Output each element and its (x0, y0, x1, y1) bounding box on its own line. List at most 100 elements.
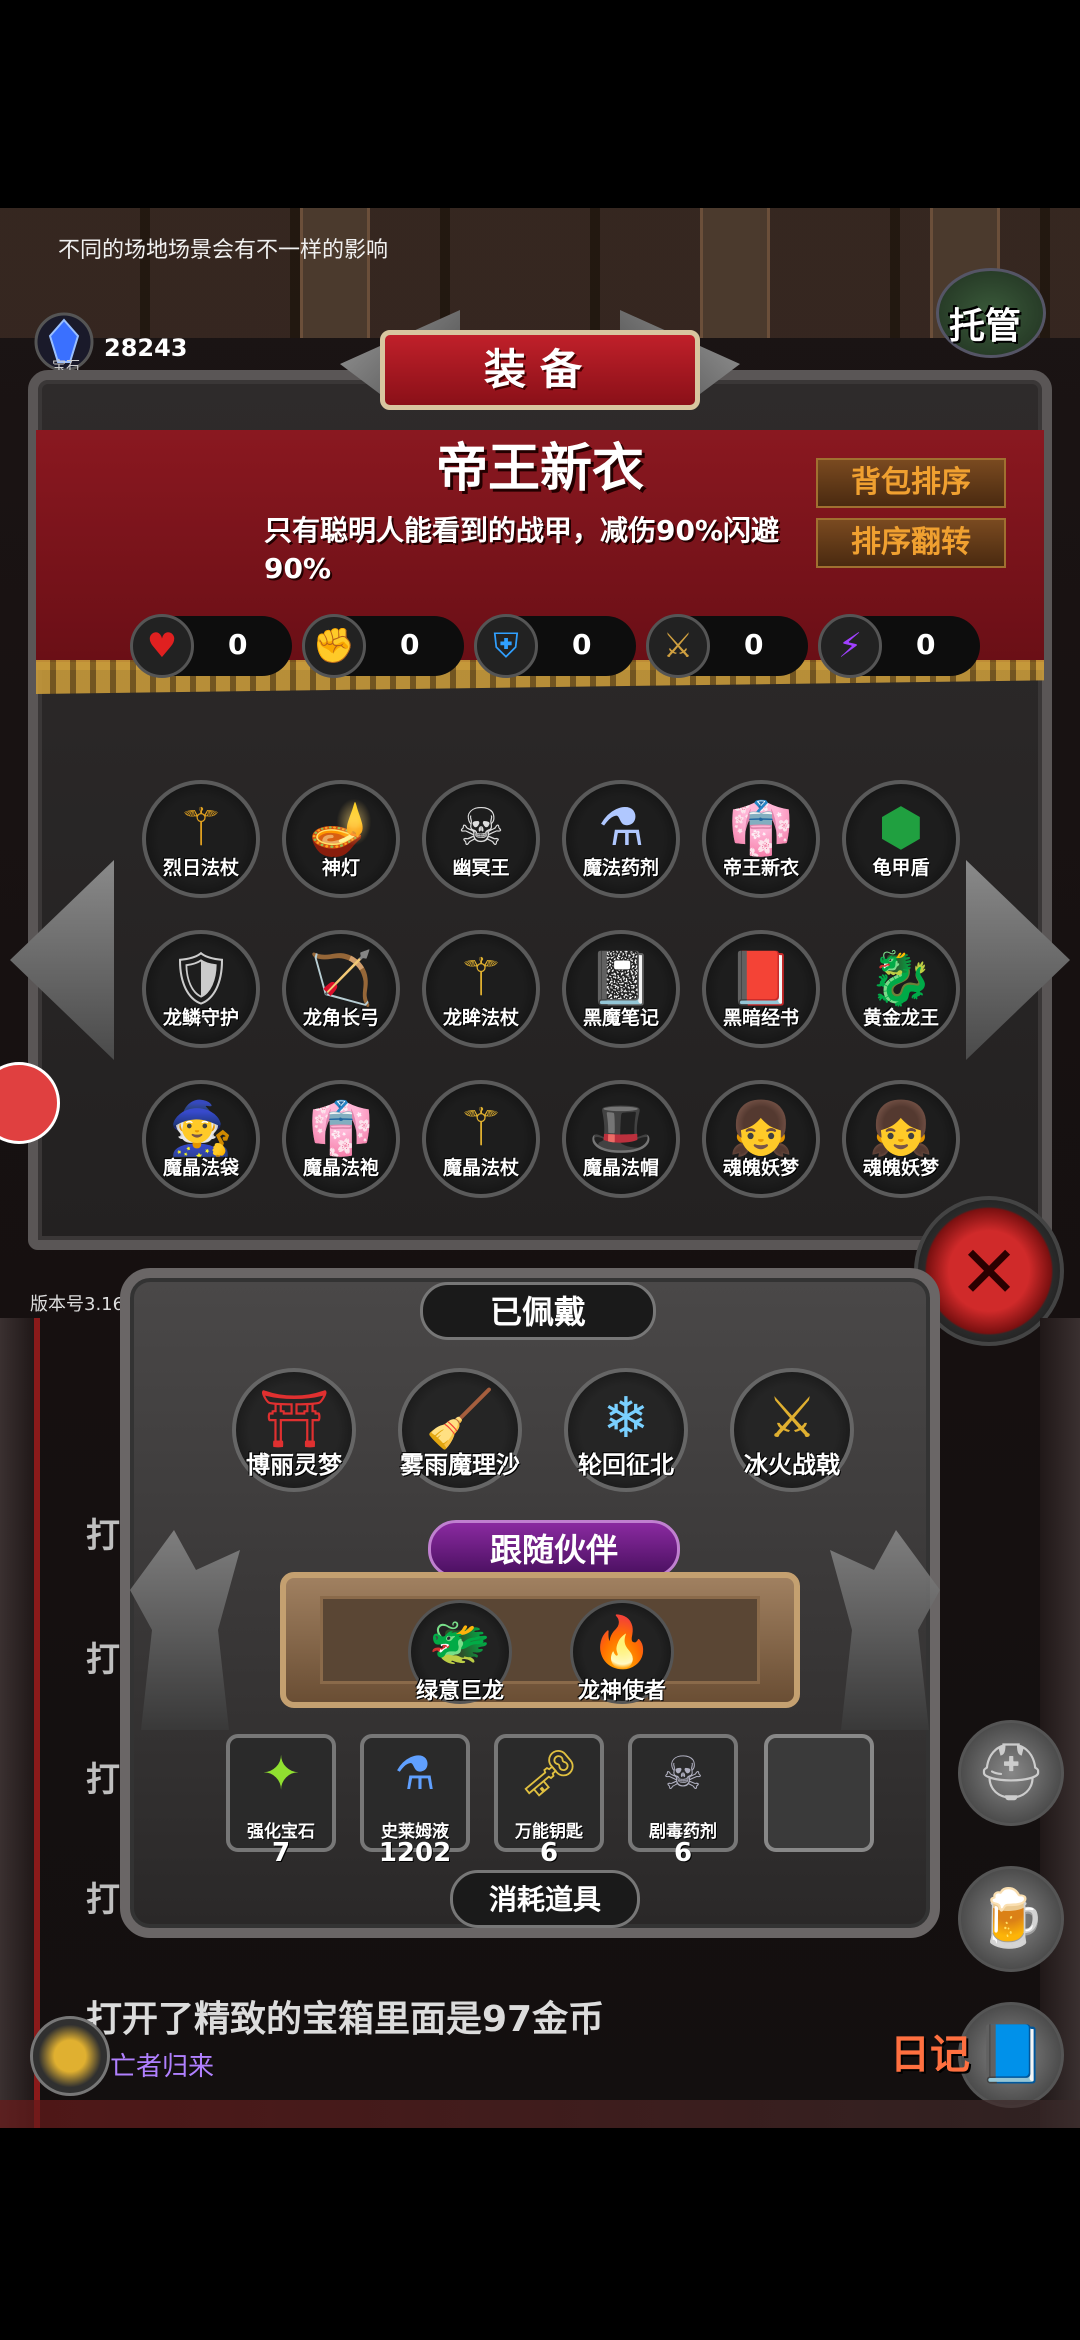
lightning-icon: ⚡ (818, 614, 882, 678)
worn-slot[interactable]: ⚔ 冰火战戟 (730, 1368, 854, 1492)
golden-dragon-icon: 🐉 (868, 949, 934, 1009)
bottom-strip (0, 2100, 1080, 2128)
diary-label[interactable]: 日记 (890, 2022, 970, 2080)
follow-title: 跟随伙伴 (489, 1531, 618, 1569)
key-icon: 🗝 (519, 1746, 579, 1800)
log-line: 打 (86, 1760, 120, 1800)
worn-slot[interactable]: ❄ 轮回征北 (564, 1368, 688, 1492)
slot-label: 魔晶法袍 (302, 1157, 379, 1179)
equipment-slot[interactable]: 🧙 魔晶法袋 (142, 1080, 260, 1198)
log-frame-right (1040, 1318, 1080, 2128)
staff-icon: ⚚ (457, 1098, 505, 1158)
slot-label: 黑暗经书 (722, 1007, 799, 1029)
weapon-icon: ⚔ (646, 614, 710, 678)
slot-label: 龙眸法杖 (442, 1007, 519, 1029)
flask-icon: ⚗ (394, 1746, 436, 1800)
worn-section-title: 已佩戴 (420, 1282, 656, 1340)
hero-helmet-avatar[interactable] (30, 2016, 110, 2096)
helmet-icon: ⛑ (975, 1740, 1047, 1805)
poison-icon: ☠ (662, 1746, 704, 1800)
consumable-slot[interactable]: 🗝 万能钥匙 (494, 1734, 604, 1852)
staff-icon: ⚚ (457, 948, 505, 1008)
shell-shield-icon: ⬢ (878, 798, 924, 858)
equipment-slot[interactable]: 📓 黑魔笔记 (562, 930, 680, 1048)
robe-icon: 👘 (728, 799, 794, 859)
shrine-maiden-icon: ⛩ (258, 1387, 330, 1452)
companion-slot[interactable]: 🐲 绿意巨龙 (408, 1600, 512, 1704)
log-line: 打 (86, 1516, 120, 1556)
selected-item-description: 只有聪明人能看到的战甲，减伤90%闪避90% (264, 514, 780, 585)
consumables-title: 消耗道具 (488, 1883, 601, 1916)
slot-label: 魂魄妖梦 (862, 1157, 939, 1179)
slot-label: 魔晶法袋 (162, 1157, 239, 1179)
staff-icon: ⚚ (177, 798, 225, 858)
girl-icon: 👧 (868, 1099, 934, 1159)
gem-icon: ✦ (261, 1746, 301, 1800)
halberd-icon: ⚔ (766, 1386, 818, 1451)
companion-slot[interactable]: 🔥 龙神使者 (570, 1600, 674, 1704)
wizard-hat-icon: 🎩 (588, 1099, 654, 1159)
green-dragon-icon: 🐲 (428, 1613, 492, 1671)
equipment-slot[interactable]: 👘 帝王新衣 (702, 780, 820, 898)
sort-flip-button[interactable]: 排序翻转 (816, 518, 1006, 568)
background-pillar (300, 208, 370, 338)
stat-strength: ✊ 0 (302, 614, 464, 678)
equipment-slot[interactable]: 🛡 龙鳞守护 (142, 930, 260, 1048)
equipment-slot[interactable]: ☠ 幽冥王 (422, 780, 540, 898)
equipment-slot[interactable]: 🎩 魔晶法帽 (562, 1080, 680, 1198)
consumable-count: 6 (673, 1838, 693, 1868)
equipment-slot[interactable]: 👘 魔晶法袍 (282, 1080, 400, 1198)
companion-label: 龙神使者 (577, 1679, 666, 1704)
stat-armor: ⛨ 0 (474, 614, 636, 678)
witch-icon: 🧹 (425, 1387, 495, 1452)
slot-label: 帝王新衣 (722, 857, 799, 879)
slot-label: 魔晶法帽 (582, 1157, 659, 1179)
stat-magic: ⚡ 0 (818, 614, 980, 678)
equipment-slot[interactable]: ⚚ 龙眸法杖 (422, 930, 540, 1048)
diary-book-button[interactable]: 📘 (958, 2002, 1064, 2108)
equipment-slot[interactable]: 👧 魂魄妖梦 (702, 1080, 820, 1198)
stat-value: 0 (228, 628, 248, 661)
bow-icon: 🏹 (308, 949, 374, 1009)
auto-play-label: 托管 (949, 306, 1022, 347)
auto-play-button[interactable]: 托管 (936, 268, 1046, 358)
follow-section-title: 跟随伙伴 (428, 1520, 680, 1578)
worn-slot[interactable]: ⛩ 博丽灵梦 (232, 1368, 356, 1492)
worn-slot[interactable]: 🧹 雾雨魔理沙 (398, 1368, 522, 1492)
consumable-slot-empty[interactable] (764, 1734, 874, 1852)
worn-label: 雾雨魔理沙 (400, 1451, 520, 1479)
equipment-slot[interactable]: ⚚ 烈日法杖 (142, 780, 260, 898)
strength-icon: ✊ (302, 614, 366, 678)
worn-title: 已佩戴 (489, 1293, 586, 1331)
consumable-slot[interactable]: ✦ 强化宝石 (226, 1734, 336, 1852)
equipment-slot[interactable]: 🐉 黄金龙王 (842, 930, 960, 1048)
companion-frame-inner (320, 1596, 760, 1684)
equipment-slot[interactable]: ⬢ 龟甲盾 (842, 780, 960, 898)
ice-mace-icon: ❄ (602, 1386, 650, 1451)
consumable-slot[interactable]: ⚗ 史莱姆液 (360, 1734, 470, 1852)
slot-label: 龟甲盾 (872, 857, 930, 879)
tavern-button[interactable]: 🍺 (958, 1866, 1064, 1972)
equipment-slot[interactable]: 👧 魂魄妖梦 (842, 1080, 960, 1198)
stat-value: 0 (916, 628, 936, 661)
equipment-slot[interactable]: ⚚ 魔晶法杖 (422, 1080, 540, 1198)
sort-bag-button[interactable]: 背包排序 (816, 458, 1006, 508)
sort-flip-label: 排序翻转 (851, 525, 971, 560)
equipment-slot[interactable]: 🏹 龙角长弓 (282, 930, 400, 1048)
slot-label: 魂魄妖梦 (722, 1157, 799, 1179)
consumable-slot[interactable]: ☠ 剧毒药剂 (628, 1734, 738, 1852)
companion-label: 绿意巨龙 (415, 1679, 504, 1704)
wizard-icon: 🧙 (168, 1099, 234, 1159)
consumable-count: 7 (271, 1838, 291, 1868)
slot-label: 幽冥王 (452, 857, 510, 879)
equipment-slot[interactable]: 📕 黑暗经书 (702, 930, 820, 1048)
log-latest-message: 打开了精致的宝箱里面是97金币 (86, 1999, 605, 2040)
fire-dragon-icon: 🔥 (590, 1613, 654, 1671)
gem-count: 28243 (104, 334, 188, 362)
red-book-icon: 📕 (728, 949, 794, 1009)
consumables-section-title: 消耗道具 (450, 1870, 640, 1928)
helmet-button[interactable]: ⛑ (958, 1720, 1064, 1826)
equipment-slot[interactable]: 🪔 神灯 (282, 780, 400, 898)
stat-value: 0 (744, 628, 764, 661)
equipment-slot[interactable]: ⚗ 魔法药剂 (562, 780, 680, 898)
